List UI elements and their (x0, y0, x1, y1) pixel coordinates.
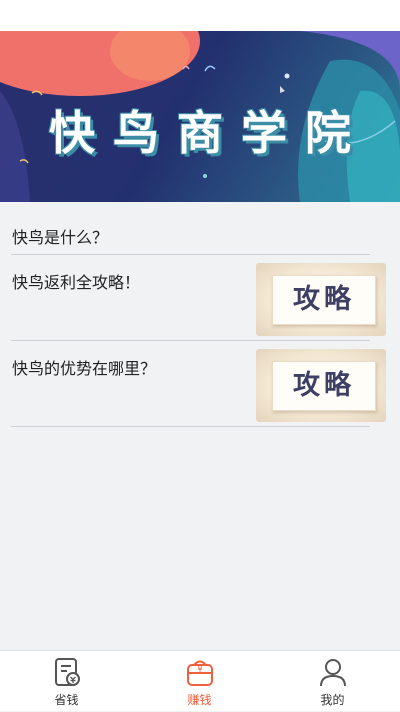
user-profile-icon (320, 659, 346, 687)
tab-save-money[interactable]: 省钱 (0, 651, 133, 712)
article-title: 快鸟的优势在哪里？ (12, 359, 157, 378)
article-title: 快鸟是什么？ (12, 228, 109, 247)
banner-title: 快鸟商学院 (49, 106, 369, 160)
tab-earn-money[interactable]: ¥ 赚钱 (133, 651, 266, 712)
bottom-tab-bar: 省钱 ¥ 赚钱 我的 (0, 650, 400, 711)
article-list: 快鸟是什么？ 快鸟返利全攻略！ 攻略 快鸟的优势在哪里？ 攻略 (0, 202, 400, 427)
thumbnail-text: 攻略 (272, 361, 376, 411)
save-money-icon (54, 658, 80, 686)
article-item[interactable]: 快鸟是什么？ (11, 202, 370, 255)
tab-label: 省钱 (54, 693, 79, 707)
tab-profile[interactable]: 我的 (266, 651, 400, 712)
article-item[interactable]: 快鸟返利全攻略！ 攻略 (11, 255, 386, 341)
tab-label: 我的 (320, 693, 345, 707)
earn-money-bag-icon: ¥ (186, 660, 213, 686)
article-thumbnail: 攻略 (256, 349, 386, 422)
article-thumbnail: 攻略 (256, 263, 386, 336)
tab-label: 赚钱 (187, 693, 212, 707)
academy-banner: 快鸟商学院 (0, 31, 400, 202)
article-item[interactable]: 快鸟的优势在哪里？ 攻略 (11, 341, 386, 427)
thumbnail-text: 攻略 (272, 275, 376, 325)
status-bar (0, 0, 400, 31)
svg-text:¥: ¥ (197, 665, 202, 674)
article-title: 快鸟返利全攻略！ (12, 273, 141, 292)
